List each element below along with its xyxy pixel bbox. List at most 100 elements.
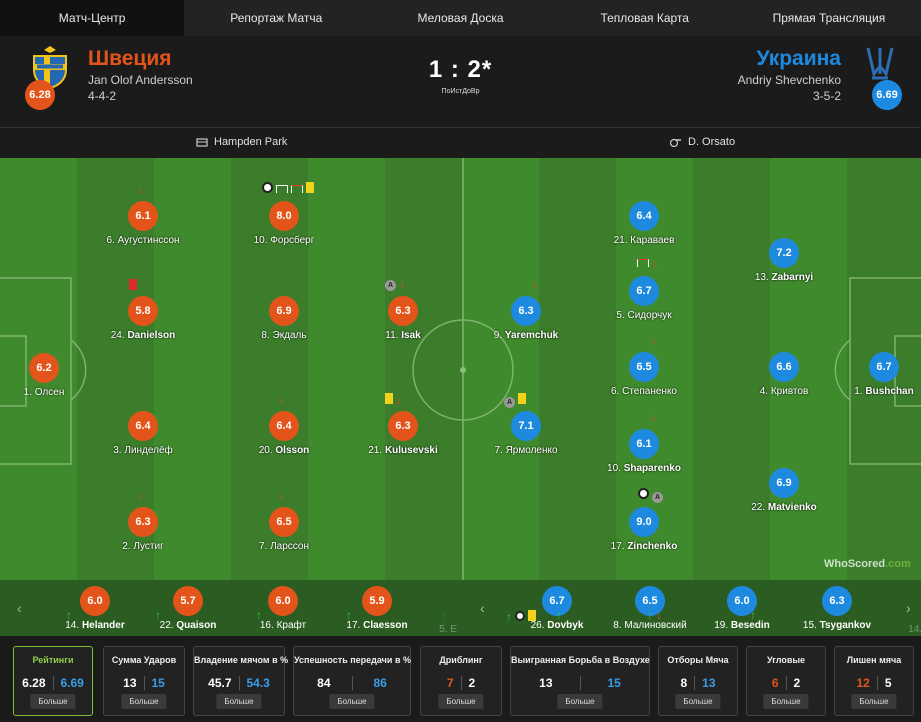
player-home[interactable]: 6.4 3. Линделёф	[88, 411, 198, 456]
stat-dribbles[interactable]: Дриблинг 72 Больше	[420, 646, 502, 716]
stat-pass-success[interactable]: Успешность передачи в % 84 86 Больше	[293, 646, 411, 716]
player-name: 11. Isak	[385, 330, 421, 341]
stat-home-value: 12	[856, 676, 870, 690]
stat-more-button[interactable]: Больше	[763, 694, 809, 709]
stat-corners[interactable]: Угловые 62 Больше	[746, 646, 826, 716]
player-events: A	[504, 393, 527, 408]
arrow-up-icon: ↑	[155, 608, 161, 622]
player-home[interactable]: 6.1 6. Аугустинссон ↓	[88, 183, 198, 246]
player-name: 2. Лустиг	[122, 541, 164, 552]
player-events: ↑ ↓	[647, 608, 663, 622]
arrow-up-icon: ↑	[346, 608, 352, 622]
player-name: 21. Караваев	[613, 235, 675, 246]
tab-chalkboard[interactable]: Меловая Доска	[368, 0, 552, 36]
player-away-goalkeeper[interactable]: 6.7 1. Bushchan	[829, 352, 921, 397]
player-rating: 6.3	[388, 411, 418, 441]
player-home[interactable]: 6.3 2. Лустиг ↓	[88, 489, 198, 552]
stat-aerials[interactable]: Выигранная Борьба в Воздухе 13 15 Больше	[510, 646, 650, 716]
bench-prev-home[interactable]: ‹	[17, 600, 22, 616]
player-rating: 7.1	[511, 411, 541, 441]
player-home[interactable]: 6.3 21. Kulusevski ↓	[348, 393, 458, 456]
player-name: 7. Ярмоленко	[494, 445, 558, 456]
tab-match-report[interactable]: Репортаж Матча	[184, 0, 368, 36]
player-name: 5. Сидорчук	[616, 310, 672, 321]
player-rating: 6.9	[269, 296, 299, 326]
arrow-up-icon: ↑	[256, 608, 262, 622]
player-name: 10. Shaparenko	[607, 463, 681, 474]
player-rating: 7.2	[769, 238, 799, 268]
player-name: 17. Zinchenko	[610, 541, 678, 552]
player-away[interactable]: 6.4 21. Караваев	[589, 201, 699, 246]
player-away[interactable]: 9.0 17. Zinchenko A	[589, 488, 699, 552]
sub-home[interactable]: 5.7 22. Quaison ↑	[133, 586, 243, 631]
arrow-down-icon: ↓	[399, 276, 406, 290]
player-away[interactable]: 6.6 4. Кривтов	[729, 352, 839, 397]
yellow-card-icon	[385, 393, 393, 404]
stat-title: Рейтинги	[32, 655, 74, 665]
player-name: 9. Yaremchuk	[493, 330, 559, 341]
player-away[interactable]: 6.1 10. Shaparenko ↓	[589, 411, 699, 474]
player-home[interactable]: 6.3 11. Isak A ↓	[348, 277, 458, 341]
stat-more-button[interactable]: Больше	[30, 694, 76, 709]
stat-home-value: 13	[123, 676, 137, 690]
match-info-bar: Hampden Park D. Orsato	[0, 128, 921, 158]
player-home[interactable]: 6.9 8. Экдаль	[229, 296, 339, 341]
player-away[interactable]: 6.9 22. Matvienko	[729, 468, 839, 513]
match-header: 6.28 Швеция Jan Olof Andersson 4-4-2 1 :…	[0, 36, 921, 128]
assist-icon: A	[504, 397, 515, 408]
stat-more-button[interactable]: Больше	[851, 694, 897, 709]
home-team-rating: 6.28	[25, 80, 55, 110]
substitutes-bench: ‹ ‹ › 6.0 14. Helander ↑ 5.7 22. Quaison…	[0, 580, 921, 636]
sub-away[interactable]: 14. I	[863, 586, 921, 635]
player-away[interactable]: 7.2 13. Zabarnyi	[729, 238, 839, 283]
stat-away-value: 54.3	[246, 676, 270, 690]
player-away[interactable]: 6.5 6. Степаненко ↓	[589, 334, 699, 397]
player-home[interactable]: 8.0 10. Форсберг	[229, 182, 339, 246]
assist-icon: A	[652, 492, 664, 503]
tab-heatmap[interactable]: Тепловая Карта	[553, 0, 737, 36]
sub-away[interactable]: 6.0 19. Besedin ↑ ↓	[647, 586, 797, 631]
player-rating: 6.5	[269, 507, 299, 537]
stat-more-button[interactable]: Больше	[329, 694, 375, 709]
stat-home-value: 6.28	[22, 676, 46, 690]
player-events	[262, 182, 315, 196]
player-home[interactable]: 6.4 20. Olsson ↓	[229, 393, 339, 456]
player-rating: 6.4	[269, 411, 299, 441]
stat-title: Дриблинг	[439, 655, 483, 665]
stat-more-button[interactable]: Больше	[675, 694, 721, 709]
arrow-down-icon: ↓	[138, 182, 144, 196]
stat-ratings[interactable]: Рейтинги 6.28 6.69 Больше	[13, 646, 93, 716]
player-events: ↓	[637, 257, 658, 270]
stat-title: Лишен мяча	[846, 655, 902, 665]
player-away[interactable]: 6.3 9. Yaremchuk ↓	[471, 278, 581, 341]
venue: Hampden Park	[196, 136, 287, 148]
player-home[interactable]: 6.5 7. Ларссон ↓	[229, 489, 339, 552]
player-home[interactable]: 5.8 24. Danielson	[88, 279, 198, 341]
yellow-card-icon	[306, 182, 315, 193]
stat-more-button[interactable]: Больше	[216, 694, 262, 709]
away-team-name[interactable]: Украина	[756, 47, 841, 71]
tab-match-centre[interactable]: Матч-Центр	[0, 0, 185, 36]
sub-home[interactable]: 5. E ↑	[393, 586, 503, 635]
ball-icon	[515, 611, 526, 621]
tab-live[interactable]: Прямая Трансляция	[737, 0, 921, 36]
stat-shots[interactable]: Сумма Ударов 13 15 Больше	[103, 646, 185, 716]
stat-more-button[interactable]: Больше	[557, 694, 603, 709]
player-rating: 6.9	[769, 468, 799, 498]
stat-possession[interactable]: Владение мячом в % 45.7 54.3 Больше	[193, 646, 288, 716]
arrow-up-icon: ↑	[750, 608, 756, 622]
player-name: 1. Bushchan	[854, 386, 914, 397]
player-rating: 6.5	[629, 352, 659, 382]
player-away[interactable]: 7.1 7. Ярмоленко A	[471, 393, 581, 456]
player-rating: 6.4	[128, 411, 158, 441]
stat-tackles[interactable]: Отборы Мяча 8 13 Больше	[658, 646, 738, 716]
player-rating: 5.8	[128, 296, 158, 326]
player-away[interactable]: 6.7 5. Сидорчук ↓	[589, 257, 699, 321]
player-home-goalkeeper[interactable]: 6.2 1. Олсен	[0, 353, 99, 398]
stat-more-button[interactable]: Больше	[438, 694, 484, 709]
stat-more-button[interactable]: Больше	[121, 694, 167, 709]
arrow-down-icon: ↓	[656, 608, 663, 622]
player-events	[129, 279, 137, 293]
referee: D. Orsato	[670, 136, 735, 148]
stat-dispossessed[interactable]: Лишен мяча 12 5 Больше	[834, 646, 914, 716]
